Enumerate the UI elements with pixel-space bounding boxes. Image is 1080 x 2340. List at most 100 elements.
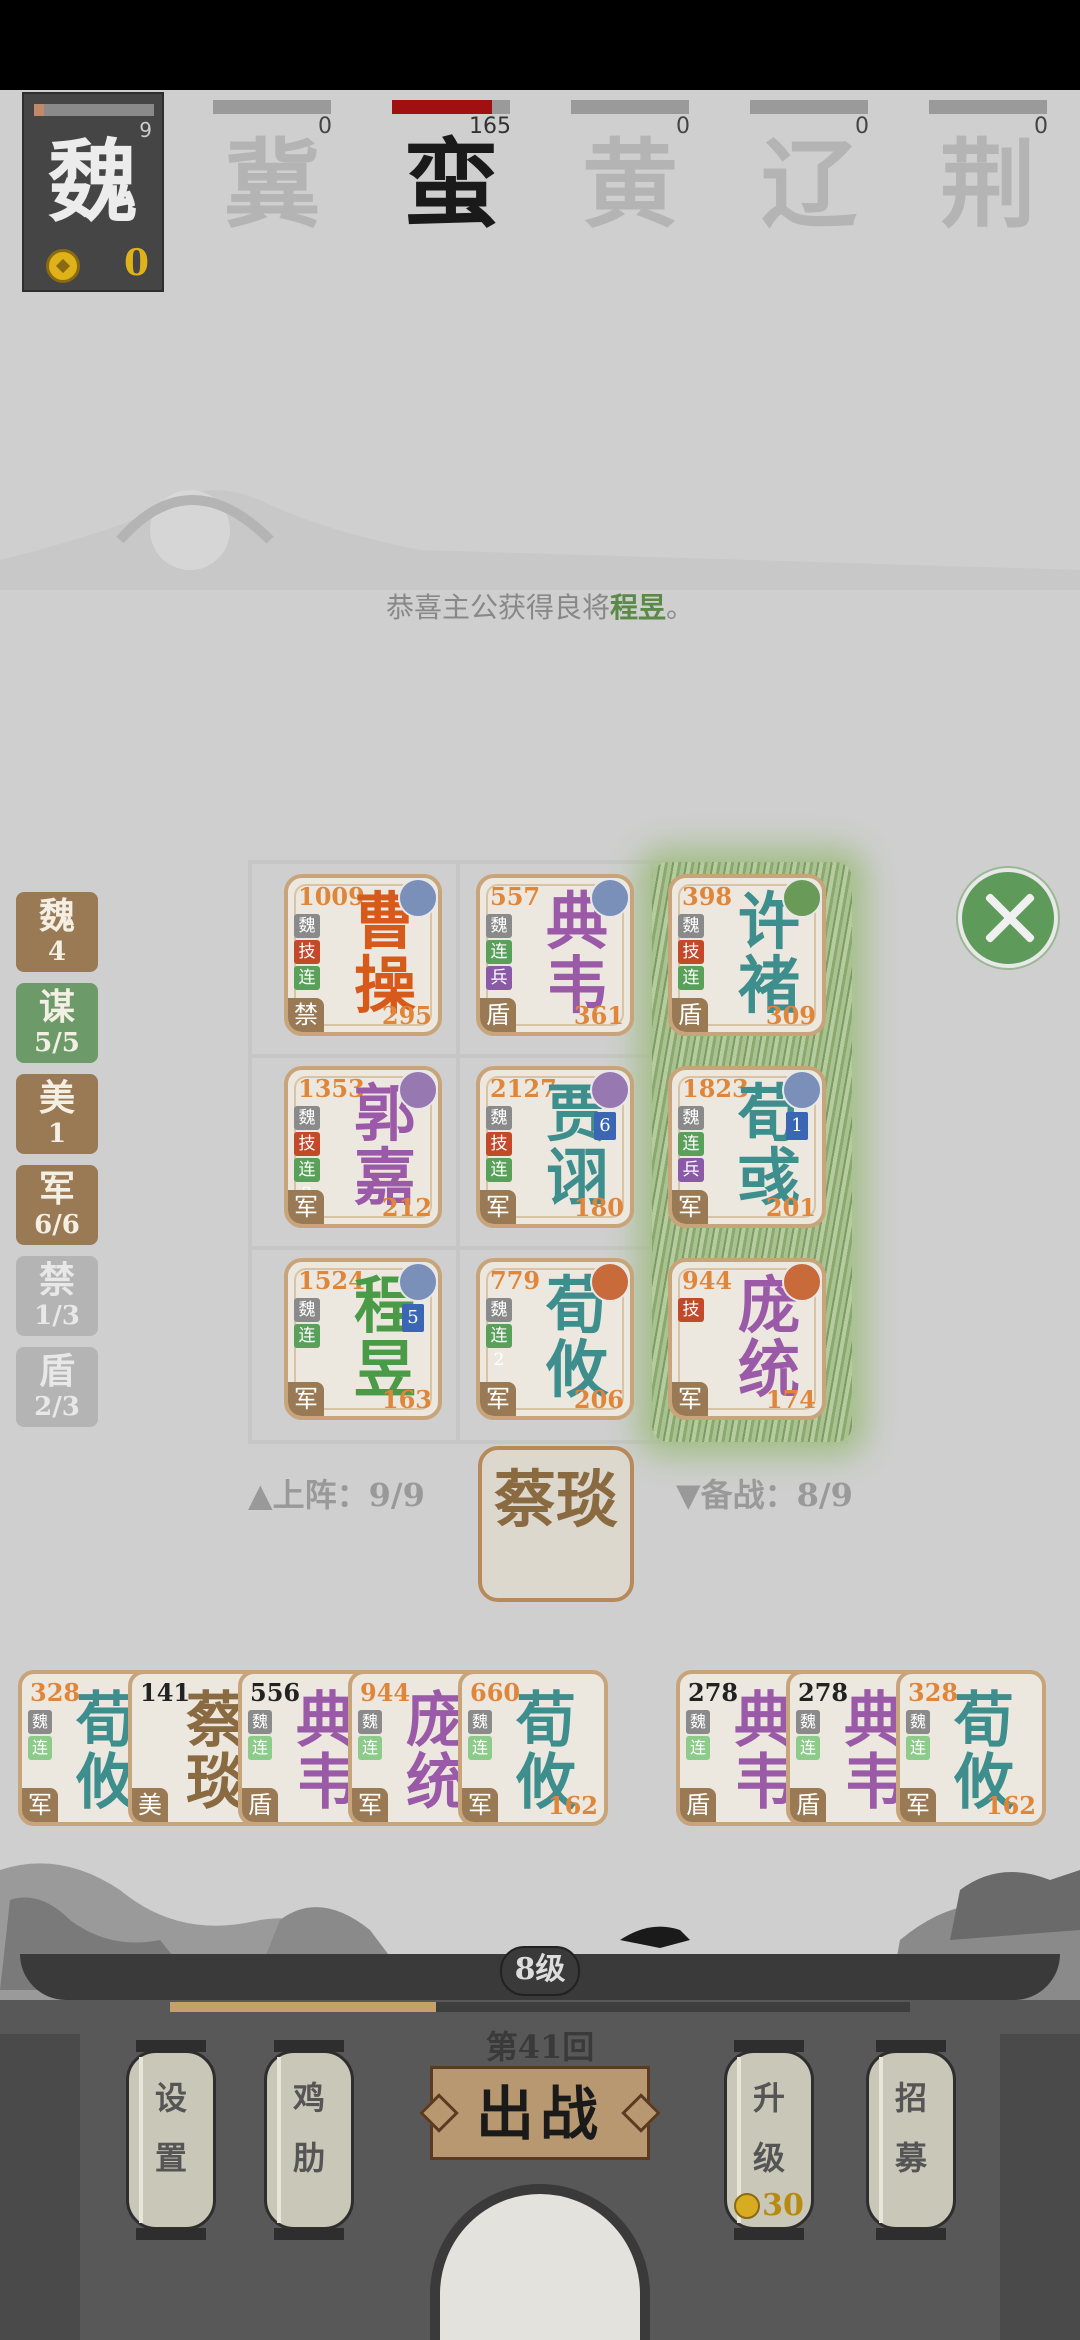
selected-hero-card[interactable]: 蔡琰 [478, 1446, 634, 1602]
hero-card[interactable]: 1823荀彧魏连3兵军2011 [668, 1066, 826, 1228]
trait-badge: 魏 [678, 1106, 704, 1130]
hero-card[interactable]: 398 许褚魏技连盾 309 [668, 874, 826, 1036]
recruit-button[interactable]: 招募 [866, 2040, 956, 2240]
battle-button[interactable]: 出战 [430, 2066, 650, 2160]
star-level-badge: 6 [594, 1112, 616, 1140]
trait-badge: 兵 [678, 1158, 704, 1182]
bench-hero-card[interactable]: 328 荀攸魏连军 162 [896, 1670, 1046, 1826]
hero-card[interactable]: 779 荀攸魏连2 军 206 [476, 1258, 634, 1420]
hero-hp: 174 [765, 1385, 816, 1414]
faction-badge: 魏 [796, 1710, 820, 1734]
hero-hp: 206 [573, 1385, 624, 1414]
enemy-name: 冀 [224, 128, 320, 241]
enemy-faction[interactable]: 0 黄 [570, 100, 690, 240]
selected-hero-name: 蔡琰 [493, 1463, 618, 1536]
trait-badge: 连 [358, 1736, 382, 1760]
boost-button[interactable]: 鸡肋 [264, 2040, 354, 2240]
unit-type-badge: 军 [462, 1788, 498, 1822]
enemy-name: 黄 [582, 128, 678, 241]
coin-icon [734, 2193, 761, 2219]
trait-badge: 魏 [486, 1106, 512, 1130]
upgrade-label: 升级 [752, 2079, 785, 2177]
settings-button[interactable]: 设置 [126, 2040, 216, 2240]
enemy-faction[interactable]: 0 冀 [212, 100, 332, 240]
hero-card[interactable]: 1353郭嘉魏技连2军212 [284, 1066, 442, 1228]
trait-badge: 魏 [294, 1106, 320, 1130]
crossed-swords-icon[interactable] [958, 868, 1058, 968]
hero-card[interactable]: 1524 程昱魏连军 163 5 [284, 1258, 442, 1420]
lantern-cap [274, 2228, 344, 2240]
trait-badge: 连 [486, 940, 512, 964]
trait-badge: 连 [294, 1324, 320, 1348]
trait-badge: 连3 [678, 1132, 704, 1178]
unit-type-badge: 军 [480, 1190, 516, 1224]
trait-badge: 魏 [678, 914, 704, 938]
enemy-faction[interactable]: 0 辽 [749, 100, 869, 240]
enemy-progress-bar [392, 100, 510, 114]
unit-type-badge: 军 [22, 1788, 58, 1822]
gold-amount: 0 [124, 242, 150, 284]
enemy-name: 荆 [940, 128, 1036, 241]
trait-badge: 魏 [294, 914, 320, 938]
enemy-progress-bar [571, 100, 689, 114]
hero-hp: 163 [381, 1385, 432, 1414]
trait-tag-wei[interactable]: 魏4 [16, 892, 98, 972]
trait-badge: 连 [796, 1736, 820, 1760]
level-progress-bar [170, 2002, 910, 2012]
player-progress-bar [34, 104, 154, 116]
grid-line [248, 860, 252, 1444]
hero-hp: 295 [381, 1001, 432, 1030]
unit-type-badge: 军 [672, 1382, 708, 1416]
enemy-faction[interactable]: 165 蛮 [391, 100, 511, 240]
trait-badge: 连 [248, 1736, 272, 1760]
reward-message: 恭喜主公获得良将程昱。 [385, 591, 695, 624]
trait-badge: 连 [486, 1158, 512, 1182]
trait-badge: 魏 [294, 1298, 320, 1322]
weapon-icon [590, 1262, 630, 1302]
unit-type-badge: 军 [352, 1788, 388, 1822]
weapon-icon [590, 1070, 630, 1110]
enemy-progress-bar [929, 100, 1047, 114]
hero-card[interactable]: 557 典韦魏连兵盾 361 [476, 874, 634, 1036]
trait-tag-jun[interactable]: 军 6/6 [16, 1165, 98, 1245]
enemy-name: 辽 [761, 128, 857, 241]
lantern-cap [734, 2228, 804, 2240]
hero-hp: 180 [573, 1193, 624, 1222]
deploy-count-label: ▲上阵：9/9 [248, 1476, 425, 1514]
unit-type-badge: 禁 [288, 998, 324, 1032]
reserve-count-label: ▼备战：8/9 [676, 1476, 853, 1514]
unit-type-badge: 盾 [242, 1788, 278, 1822]
trait-badge: 技 [678, 940, 704, 964]
trait-tag-mei[interactable]: 美1 [16, 1074, 98, 1154]
unit-type-badge: 军 [480, 1382, 516, 1416]
trait-badge: 连2 [486, 1324, 512, 1370]
trait-tag-mou[interactable]: 谋 5/5 [16, 983, 98, 1063]
trait-badge: 技 [294, 1132, 320, 1156]
recruit-label: 招募 [894, 2079, 927, 2177]
trait-tag-jin[interactable]: 禁 1/3 [16, 1256, 98, 1336]
trait-badge: 连 [906, 1736, 930, 1760]
hero-card[interactable]: 944 庞统技军 174 [668, 1258, 826, 1420]
hero-card[interactable]: 2127 贾诩魏技连军 180 6 [476, 1066, 634, 1228]
unit-type-badge: 军 [288, 1190, 324, 1224]
unit-type-badge: 盾 [480, 998, 516, 1032]
hero-hp: 309 [765, 1001, 816, 1030]
enemy-name: 蛮 [403, 128, 499, 241]
unit-type-badge: 美 [132, 1788, 168, 1822]
faction-badge: 魏 [906, 1710, 930, 1734]
hero-card[interactable]: 1009 曹操魏技连禁 295 [284, 874, 442, 1036]
trait-tag-dun[interactable]: 盾 2/3 [16, 1347, 98, 1427]
unit-type-badge: 军 [288, 1382, 324, 1416]
faction-badge: 魏 [28, 1710, 52, 1734]
player-faction-panel[interactable]: 9 魏 0 [22, 92, 164, 292]
trait-badge: 技 [678, 1298, 704, 1322]
upgrade-button[interactable]: 升级 30 [724, 2040, 814, 2240]
unit-type-badge: 盾 [680, 1788, 716, 1822]
hero-hp: 361 [573, 1001, 624, 1030]
trait-badge: 连2 [294, 1158, 320, 1204]
weapon-icon [782, 1070, 822, 1110]
enemy-faction[interactable]: 0 荆 [928, 100, 1048, 240]
hero-hp: 162 [985, 1791, 1036, 1820]
bench-hero-card[interactable]: 660 荀攸魏连军 162 [458, 1670, 608, 1826]
faction-badge: 魏 [686, 1710, 710, 1734]
